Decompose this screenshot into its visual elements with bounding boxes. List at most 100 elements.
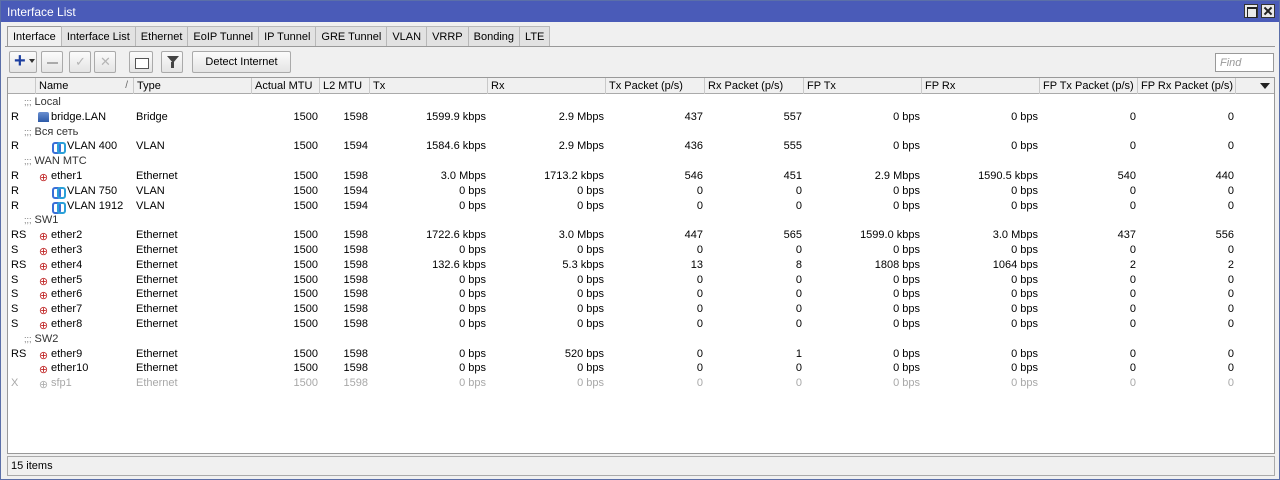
close-icon[interactable] — [1261, 4, 1275, 18]
table-row[interactable]: S ⊕ ether7 Ethernet 1500 1598 0 bps 0 bps 0 0 0 bp… — [8, 302, 1274, 317]
comment-text: Local — [34, 96, 61, 108]
cell-type: Ethernet — [136, 362, 178, 375]
cell-type: Ethernet — [136, 273, 178, 286]
table-header: Name / Type Actual MTU L2 MTU Tx Rx Tx Pa… — [8, 78, 1274, 94]
table-row[interactable]: Rbridge.LAN Bridge 1500 1598 1599.9 kbps 2.9 … — [8, 110, 1274, 125]
cell-fprx: 1064 bps — [992, 258, 1038, 271]
table-row[interactable]: S ⊕ ether3 Ethernet 1500 1598 0 bps 0 bps 0 0 0 bp… — [8, 243, 1274, 258]
group-comment-row[interactable]: ;;; WAN МТС — [8, 154, 1274, 169]
tab-eoip-tunnel[interactable]: EoIP Tunnel — [187, 26, 260, 46]
cell-flag: X — [11, 377, 19, 390]
group-comment: ;;; WAN МТС — [24, 155, 87, 167]
tab-gre-tunnel[interactable]: GRE Tunnel — [315, 26, 388, 46]
tab-lte[interactable]: LTE — [519, 26, 551, 46]
cell-fptx: 0 bps — [893, 199, 920, 212]
table-row[interactable]: RS ⊕ ether2 Ethernet 1500 1598 1722.6 kbps 3.0 … — [8, 228, 1274, 243]
group-comment-row[interactable]: ;;; SW2 — [8, 332, 1274, 347]
comment-button[interactable] — [129, 51, 153, 73]
vlan-icon — [52, 141, 66, 155]
header-l2-mtu[interactable]: L2 MTU — [320, 78, 370, 94]
disable-button[interactable]: ✕ — [94, 51, 116, 73]
comment-marker: ;;; — [24, 333, 32, 344]
detect-internet-button[interactable]: Detect Internet — [192, 51, 291, 73]
table-row[interactable]: X ⊕ sfp1 Ethernet 1500 1598 0 bps 0 bps 0 0 0 bps 0… — [8, 376, 1274, 391]
table-row[interactable]: RS ⊕ ether9 Ethernet 1500 1598 0 bps 520 bps 0 1 0… — [8, 347, 1274, 362]
cell-tx: 0 bps — [459, 362, 486, 375]
header-fp-tx[interactable]: FP Tx — [804, 78, 922, 94]
cell-flag: S — [11, 273, 19, 286]
cell-fprx: 0 bps — [1011, 377, 1038, 390]
table-row[interactable]: RS ⊕ ether4 Ethernet 1500 1598 132.6 kbps 5.3 k… — [8, 258, 1274, 273]
cell-name: VLAN 1912 — [38, 200, 133, 214]
header-name[interactable]: Name / — [36, 78, 134, 94]
header-fp-rx[interactable]: FP Rx — [922, 78, 1040, 94]
header-type[interactable]: Type — [134, 78, 252, 94]
cell-name: ⊕ ether9 — [38, 348, 133, 362]
enable-button[interactable]: ✓ — [69, 51, 91, 73]
interface-name: VLAN 400 — [67, 140, 118, 153]
tab-ip-tunnel[interactable]: IP Tunnel — [258, 26, 317, 46]
header-actual-mtu[interactable]: Actual MTU — [252, 78, 320, 94]
cell-fptx: 0 bps — [893, 140, 920, 153]
group-comment-row[interactable]: ;;; SW1 — [8, 213, 1274, 228]
cell-txp: 0 — [696, 347, 703, 360]
group-comment-row[interactable]: ;;; Local — [8, 95, 1274, 110]
cell-rxp: 555 — [783, 140, 802, 153]
table-row[interactable]: R VLAN 1912 VLAN 1500 1594 0 bps 0 bps 0 0 0 bps 0… — [8, 199, 1274, 214]
cell-txp: 546 — [684, 169, 703, 182]
cell-fptxp: 0 — [1129, 184, 1136, 197]
cell-rxp: 1 — [795, 347, 802, 360]
cell-type: Ethernet — [136, 258, 178, 271]
table-row[interactable]: S ⊕ ether6 Ethernet 1500 1598 0 bps 0 bps 0 0 0 bp… — [8, 287, 1274, 302]
cell-tx: 0 bps — [459, 317, 486, 330]
tab-vlan[interactable]: VLAN — [386, 26, 428, 46]
tab-vrrp[interactable]: VRRP — [426, 26, 469, 46]
add-button[interactable]: + — [9, 50, 37, 73]
title-bar[interactable]: Interface List — [1, 1, 1279, 22]
group-comment-row[interactable]: ;;; Вся сеть — [8, 125, 1274, 140]
table-row[interactable]: R VLAN 400 VLAN 1500 1594 1584.6 kbps 2.9 Mbps… — [8, 139, 1274, 155]
header-fp-rx-packet[interactable]: FP Rx Packet (p/s) — [1138, 78, 1236, 94]
cell-name: ⊕ ether6 — [38, 288, 133, 302]
cell-tx: 0 bps — [459, 184, 486, 197]
cell-rx: 0 bps — [577, 243, 604, 256]
table-row[interactable]: R VLAN 750 VLAN 1500 1594 0 bps 0 bps 0 0 0 bps 0 … — [8, 184, 1274, 199]
cell-l2mtu: 1598 — [343, 169, 368, 182]
cell-fptx: 0 bps — [893, 243, 920, 256]
header-tx-packet[interactable]: Tx Packet (p/s) — [606, 78, 705, 94]
tab-bonding[interactable]: Bonding — [467, 26, 521, 46]
tab-interface-list[interactable]: Interface List — [60, 26, 136, 46]
cell-type: Ethernet — [136, 317, 178, 330]
remove-button[interactable] — [41, 51, 63, 73]
cell-flag: S — [11, 303, 19, 316]
table-row[interactable]: S ⊕ ether8 Ethernet 1500 1598 0 bps 0 bps 0 0 0 bp… — [8, 317, 1274, 332]
tab-ethernet[interactable]: Ethernet — [134, 26, 189, 46]
header-rx[interactable]: Rx — [488, 78, 606, 94]
cell-fprxp: 0 — [1227, 288, 1234, 301]
tab-interface[interactable]: Interface — [7, 26, 62, 47]
cell-txp: 0 — [696, 377, 703, 390]
filter-button[interactable] — [161, 51, 183, 73]
cell-rx: 2.9 Mbps — [558, 140, 604, 153]
cell-fptxp: 0 — [1129, 199, 1136, 212]
cell-flag: R — [11, 140, 19, 153]
header-rx-packet[interactable]: Rx Packet (p/s) — [705, 78, 804, 94]
find-input[interactable]: Find — [1215, 53, 1274, 72]
cell-fptx: 2.9 Mbps — [874, 169, 920, 182]
header-tx[interactable]: Tx — [370, 78, 488, 94]
cell-tx: 0 bps — [459, 199, 486, 212]
interface-table: Name / Type Actual MTU L2 MTU Tx Rx Tx Pa… — [7, 77, 1275, 454]
cell-rxp: 451 — [783, 169, 802, 182]
restore-icon[interactable] — [1244, 4, 1258, 18]
cell-mtu: 1500 — [293, 317, 318, 330]
header-fp-tx-packet[interactable]: FP Tx Packet (p/s) — [1040, 78, 1138, 94]
column-menu-icon[interactable] — [1260, 83, 1270, 89]
table-row[interactable]: S ⊕ ether5 Ethernet 1500 1598 0 bps 0 bps 0 0 0 bp… — [8, 273, 1274, 288]
chevron-down-icon — [29, 59, 35, 63]
cell-fptxp: 0 — [1129, 362, 1136, 375]
table-row[interactable]: R ⊕ ether1 Ethernet 1500 1598 3.0 Mbps 1713.2 k… — [8, 169, 1274, 184]
table-row[interactable]: ⊕ ether10 Ethernet 1500 1598 0 bps 0 bps 0 0 0 bp… — [8, 361, 1274, 376]
interface-name: VLAN 1912 — [67, 199, 124, 212]
cell-rx: 0 bps — [577, 199, 604, 212]
header-flags[interactable] — [8, 78, 36, 94]
